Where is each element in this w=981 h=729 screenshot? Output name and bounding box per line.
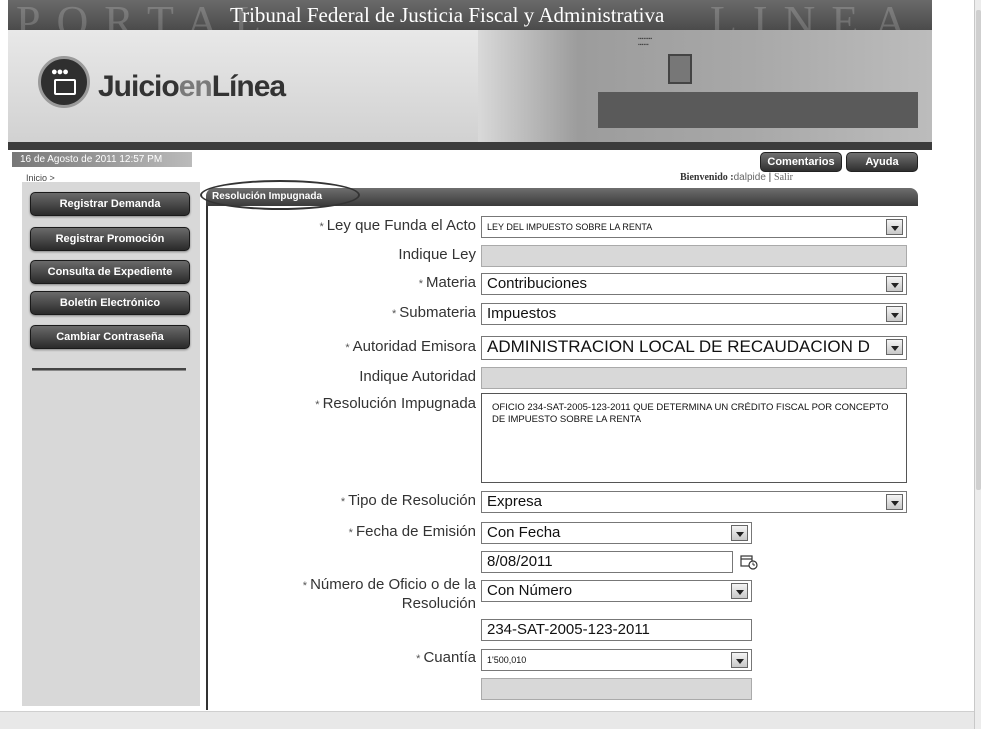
indique-autoridad-label: Indique Autoridad: [359, 368, 476, 385]
fecha-emision-label: * Fecha de Emisión: [348, 523, 476, 540]
sidebar-item-consulta-expediente[interactable]: Consulta de Expediente: [30, 260, 190, 284]
indique-ley-input[interactable]: [481, 245, 907, 267]
sidebar-item-boletin-electronico[interactable]: Boletín Electrónico: [30, 291, 190, 315]
numero-oficio-input[interactable]: 234-SAT-2005-123-2011: [481, 619, 752, 641]
chevron-down-icon[interactable]: [886, 276, 903, 292]
chevron-down-icon[interactable]: [886, 306, 903, 322]
resolucion-label: * Resolución Impugnada: [315, 395, 476, 412]
tribunal-title: Tribunal Federal de Justicia Fiscal y Ad…: [230, 3, 665, 27]
welcome-label: Bienvenido :: [680, 172, 734, 183]
juicio-en-linea-logo: JuicioenLínea: [98, 70, 286, 103]
numero-oficio-label: * Número de Oficio o de la Resolución: [302, 576, 476, 612]
chevron-down-icon[interactable]: [731, 652, 748, 668]
sidebar-divider: [32, 368, 186, 371]
ley-select[interactable]: LEY DEL IMPUESTO SOBRE LA RENTA: [481, 216, 907, 238]
people-computer-icon: ●●●: [38, 56, 90, 108]
welcome-message: Bienvenido :dalpide | Salir: [680, 172, 793, 183]
fecha-emision-select[interactable]: Con Fecha: [481, 522, 752, 544]
welcome-separator: |: [765, 172, 775, 183]
cuantia-label: * Cuantía: [416, 649, 476, 666]
calendar-icon[interactable]: [740, 554, 758, 570]
sidebar-item-registrar-demanda[interactable]: Registrar Demanda: [30, 192, 190, 216]
vertical-scrollbar[interactable]: [974, 0, 981, 729]
materia-label: * Materia: [418, 274, 476, 291]
submateria-select[interactable]: Impuestos: [481, 303, 907, 325]
site-header: PORTAL LINEA Tribunal Federal de Justici…: [8, 0, 932, 150]
highlight-oval: [200, 180, 360, 210]
cuantia-extra-input[interactable]: [481, 678, 752, 700]
fecha-date-input[interactable]: 8/08/2011: [481, 551, 733, 573]
submateria-label: * Submateria: [392, 304, 476, 321]
seal-icon: [668, 54, 692, 84]
bottom-strip: [0, 711, 974, 729]
ayuda-button[interactable]: Ayuda: [846, 152, 918, 172]
sidebar-item-cambiar-contrasena[interactable]: Cambiar Contraseña: [30, 325, 190, 349]
tipo-resolucion-select[interactable]: Expresa: [481, 491, 907, 513]
top-banner: PORTAL LINEA Tribunal Federal de Justici…: [8, 0, 932, 46]
ley-label: * Ley que Funda el Acto: [319, 217, 476, 234]
header-bottom-bar: [8, 142, 932, 150]
indique-ley-label: Indique Ley: [398, 246, 476, 263]
resolucion-impugnada-panel: Resolución Impugnada * Ley que Funda el A…: [200, 180, 918, 710]
chevron-down-icon[interactable]: [886, 339, 903, 355]
username: dalpide: [733, 172, 766, 183]
chevron-down-icon[interactable]: [731, 525, 748, 541]
header-logo-area: ●●● JuicioenLínea ▪▪▪▪▪▪▪▪ ▪▪▪▪▪▪: [8, 30, 932, 150]
scroll-thumb[interactable]: [976, 10, 981, 490]
salir-link[interactable]: Salir: [774, 172, 793, 183]
tipo-resolucion-label: * Tipo de Resolución: [340, 492, 476, 509]
current-datetime: 16 de Agosto de 2011 12:57 PM: [12, 152, 192, 167]
courtroom-photo: ▪▪▪▪▪▪▪▪ ▪▪▪▪▪▪: [478, 30, 932, 142]
resolucion-textarea[interactable]: OFICIO 234-SAT-2005-123-2011 QUE DETERMI…: [481, 393, 907, 483]
chevron-down-icon[interactable]: [886, 219, 903, 235]
indique-autoridad-input[interactable]: [481, 367, 907, 389]
autoridad-select[interactable]: ADMINISTRACION LOCAL DE RECAUDACION D: [481, 336, 907, 360]
comentarios-button[interactable]: Comentarios: [760, 152, 842, 172]
sidebar-item-registrar-promocion[interactable]: Registrar Promoción: [30, 227, 190, 251]
cuantia-select[interactable]: 1'500,010: [481, 649, 752, 671]
materia-select[interactable]: Contribuciones: [481, 273, 907, 295]
autoridad-label: * Autoridad Emisora: [345, 338, 476, 355]
chevron-down-icon[interactable]: [886, 494, 903, 510]
sidebar: Registrar Demanda Registrar Promoción Co…: [22, 182, 200, 706]
chevron-down-icon[interactable]: [731, 583, 748, 599]
numero-oficio-select[interactable]: Con Número: [481, 580, 752, 602]
